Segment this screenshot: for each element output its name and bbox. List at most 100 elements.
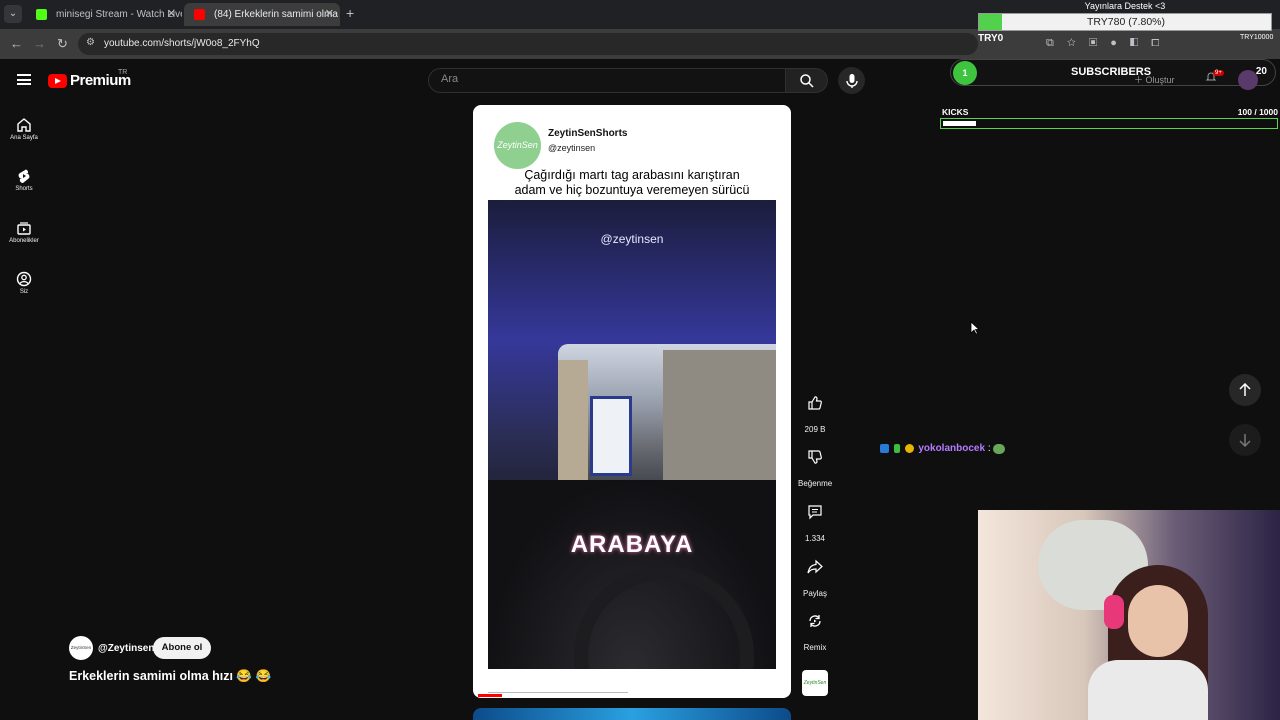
streamer-shirt (1088, 660, 1208, 720)
region-code: TR (118, 69, 128, 76)
search-icon (800, 74, 814, 88)
subscribers-counter: 1 SUBSCRIBERS 20 (950, 59, 1276, 86)
sidebar-item-label: Shorts (15, 186, 33, 192)
dislike-circle (802, 444, 828, 470)
browser-toolbar: ← → ↻ ⚙ youtube.com/shorts/jW0o8_2FYhQ ⧉… (0, 29, 1280, 59)
shorts-icon (18, 169, 30, 184)
previous-short-button[interactable] (1229, 374, 1261, 406)
thumbs-up-icon (808, 396, 822, 410)
badge-icon (904, 444, 914, 453)
donation-goal-title: Yayınlara Destek <3 (1084, 1, 1166, 11)
comments-button[interactable]: 1.334 (798, 499, 832, 543)
create-label: Oluştur (1145, 75, 1175, 85)
emote-icon (993, 443, 1006, 454)
sidebar-item-label: Siz (19, 289, 29, 295)
tab-search-button[interactable]: ⌄ (4, 5, 22, 23)
search-button[interactable] (786, 68, 828, 93)
video-channel-avatar: ZeytinSen (494, 122, 541, 169)
chat-username[interactable]: yokolanbocek (918, 443, 985, 454)
short-player[interactable]: ZeytinSen ZeytinSenShorts @zeytinsen Çağ… (473, 105, 791, 698)
kicks-goal: / 1000 (1254, 107, 1278, 117)
comment-count: 1.334 (804, 534, 826, 543)
avatar[interactable] (1238, 70, 1258, 90)
caption-line: Çağırdığı martı tag arabasını karıştıran (524, 168, 740, 182)
like-circle (802, 390, 828, 416)
video-channel-name: ZeytinSenShorts (548, 128, 628, 139)
arrow-down-icon (1239, 434, 1251, 447)
back-icon[interactable]: ← (10, 36, 23, 51)
create-button[interactable]: ＋ Oluştur (1134, 73, 1175, 86)
building-left (558, 360, 588, 480)
sidebar-item-subscriptions[interactable]: Abonelikler (0, 213, 48, 257)
arrow-up-icon (1239, 383, 1251, 396)
kicks-label: KICKS (942, 107, 969, 117)
like-button[interactable]: 209 B (798, 390, 832, 434)
kicks-count: 100 / 1000 (1220, 107, 1278, 117)
progress-rail[interactable] (488, 692, 628, 693)
forward-icon[interactable]: → (33, 36, 46, 51)
site-info-icon[interactable]: ⚙ (86, 37, 95, 48)
sidebar-item-you[interactable]: Siz (0, 264, 48, 308)
comments-circle (802, 499, 828, 525)
sidebar-item-home[interactable]: Ana Sayfa (0, 110, 48, 154)
badge-icon (893, 444, 900, 453)
chat-separator: : (987, 443, 991, 454)
caption-line: adam ve hiç bozuntuya veremeyen sürücü (514, 183, 750, 197)
menu-icon[interactable] (17, 74, 31, 85)
subscribe-button[interactable]: Abone ol (153, 637, 211, 659)
tab-title: (84) Erkeklerin samimi olma (214, 9, 338, 20)
remix-icon (809, 615, 821, 627)
search-box (428, 68, 786, 93)
thumbs-down-icon (808, 450, 822, 464)
channel-handle[interactable]: @Zeytinsen (98, 643, 154, 654)
remix-label: Remix (803, 643, 827, 652)
url-text: youtube.com/shorts/jW0o8_2FYhQ (104, 38, 260, 49)
dislike-button[interactable]: Beğenme (798, 444, 832, 488)
headset (1104, 595, 1124, 629)
donation-goal-start: TRY0 (978, 33, 1004, 44)
channel-thumbnail[interactable]: ZeytinSen (802, 670, 828, 696)
streamer-webcam (978, 510, 1280, 720)
badge-icon (880, 444, 889, 453)
kicks-goal-bar (940, 118, 1278, 129)
next-short-button[interactable] (1229, 424, 1261, 456)
share-button[interactable]: Paylaş (798, 554, 832, 598)
home-icon (17, 118, 31, 132)
next-short-preview[interactable] (473, 708, 791, 720)
video-frame[interactable]: @zeytinsen ARABAYA (488, 200, 776, 669)
new-tab-icon[interactable]: + (346, 5, 354, 21)
building-right (663, 350, 776, 480)
comment-icon (808, 505, 822, 520)
chat-message: yokolanbocek : (880, 443, 1007, 457)
sidebar-item-label: Abonelikler (9, 238, 39, 244)
sidebar-item-shorts[interactable]: Shorts (0, 161, 48, 205)
dislike-label: Beğenme (798, 479, 833, 488)
voice-search-button[interactable] (838, 67, 865, 94)
donation-goal-text: TRY780 (7.80%) (1086, 16, 1165, 28)
close-tab-icon[interactable]: ✕ (167, 3, 176, 26)
close-tab-icon[interactable]: ✕ (325, 3, 334, 26)
you-icon (16, 271, 32, 287)
tab-title: minisegi Stream - Watch Live o (56, 9, 182, 20)
tab-youtube-short[interactable]: (84) Erkeklerin samimi olma ✕ (184, 3, 340, 26)
kicks-goal-fill (943, 121, 977, 126)
video-overlay-text: ARABAYA (570, 531, 694, 558)
progress-fill[interactable] (478, 694, 502, 697)
share-icon (807, 559, 823, 574)
channel-avatar[interactable]: ZeytinSen (69, 636, 93, 660)
streamer-face (1128, 585, 1188, 657)
tab-kick-stream[interactable]: minisegi Stream - Watch Live o ✕ (26, 3, 182, 26)
sidebar-item-label: Ana Sayfa (10, 135, 38, 141)
reload-icon[interactable]: ↻ (57, 36, 68, 52)
video-caption: Çağırdığı martı tag arabasını karıştıran… (481, 168, 783, 198)
address-bar[interactable]: ⚙ youtube.com/shorts/jW0o8_2FYhQ (78, 33, 978, 55)
youtube-play-icon (48, 74, 67, 88)
extension-icons[interactable]: ⧉☆▣●◧⧠ (1046, 37, 1172, 50)
search-input[interactable] (441, 73, 771, 85)
remix-button[interactable]: Remix (798, 608, 832, 652)
notification-badge: 9+ (1213, 70, 1224, 76)
remix-circle (802, 608, 828, 634)
subscribers-number: 1 (953, 61, 977, 85)
short-title: Erkeklerin samimi olma hızı 😂 😂 (69, 669, 272, 683)
share-label: Paylaş (802, 589, 827, 598)
